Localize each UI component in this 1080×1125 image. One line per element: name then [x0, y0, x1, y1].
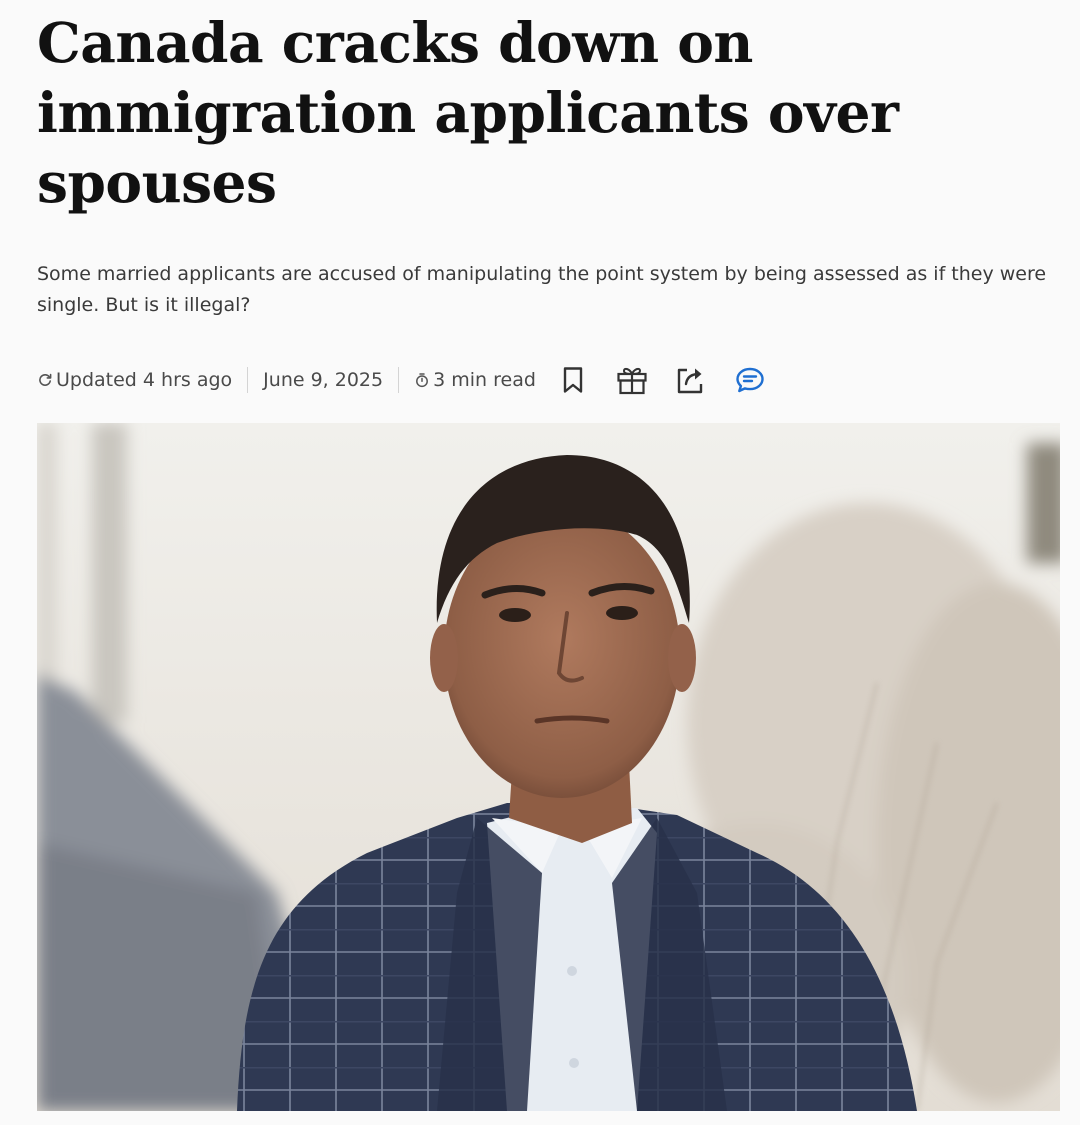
comments-button[interactable]	[733, 363, 767, 397]
portrait-photo	[37, 423, 1060, 1111]
article-headline: Canada cracks down on immigration applic…	[37, 10, 899, 215]
updated-info: Updated 4 hrs ago	[37, 369, 232, 391]
meta-divider	[398, 367, 400, 393]
article-meta: Updated 4 hrs ago June 9, 2025 3 min rea…	[37, 358, 767, 402]
publish-date: June 9, 2025	[263, 369, 384, 391]
article-actions	[556, 363, 767, 397]
article-dek: Some married applicants are accused of m…	[37, 263, 1047, 316]
article-photo	[37, 423, 1060, 1111]
share-icon	[677, 368, 703, 394]
gift-button[interactable]	[615, 363, 649, 397]
bookmark-icon	[563, 367, 583, 393]
stopwatch-icon	[414, 372, 430, 388]
bookmark-button[interactable]	[556, 363, 590, 397]
meta-divider	[247, 367, 249, 393]
gift-icon	[617, 367, 647, 395]
comment-icon	[736, 367, 764, 393]
read-time-text: 3 min read	[433, 369, 536, 391]
updated-text: Updated 4 hrs ago	[56, 369, 233, 391]
read-time: 3 min read	[414, 369, 536, 391]
share-button[interactable]	[674, 363, 708, 397]
refresh-icon	[37, 372, 53, 388]
